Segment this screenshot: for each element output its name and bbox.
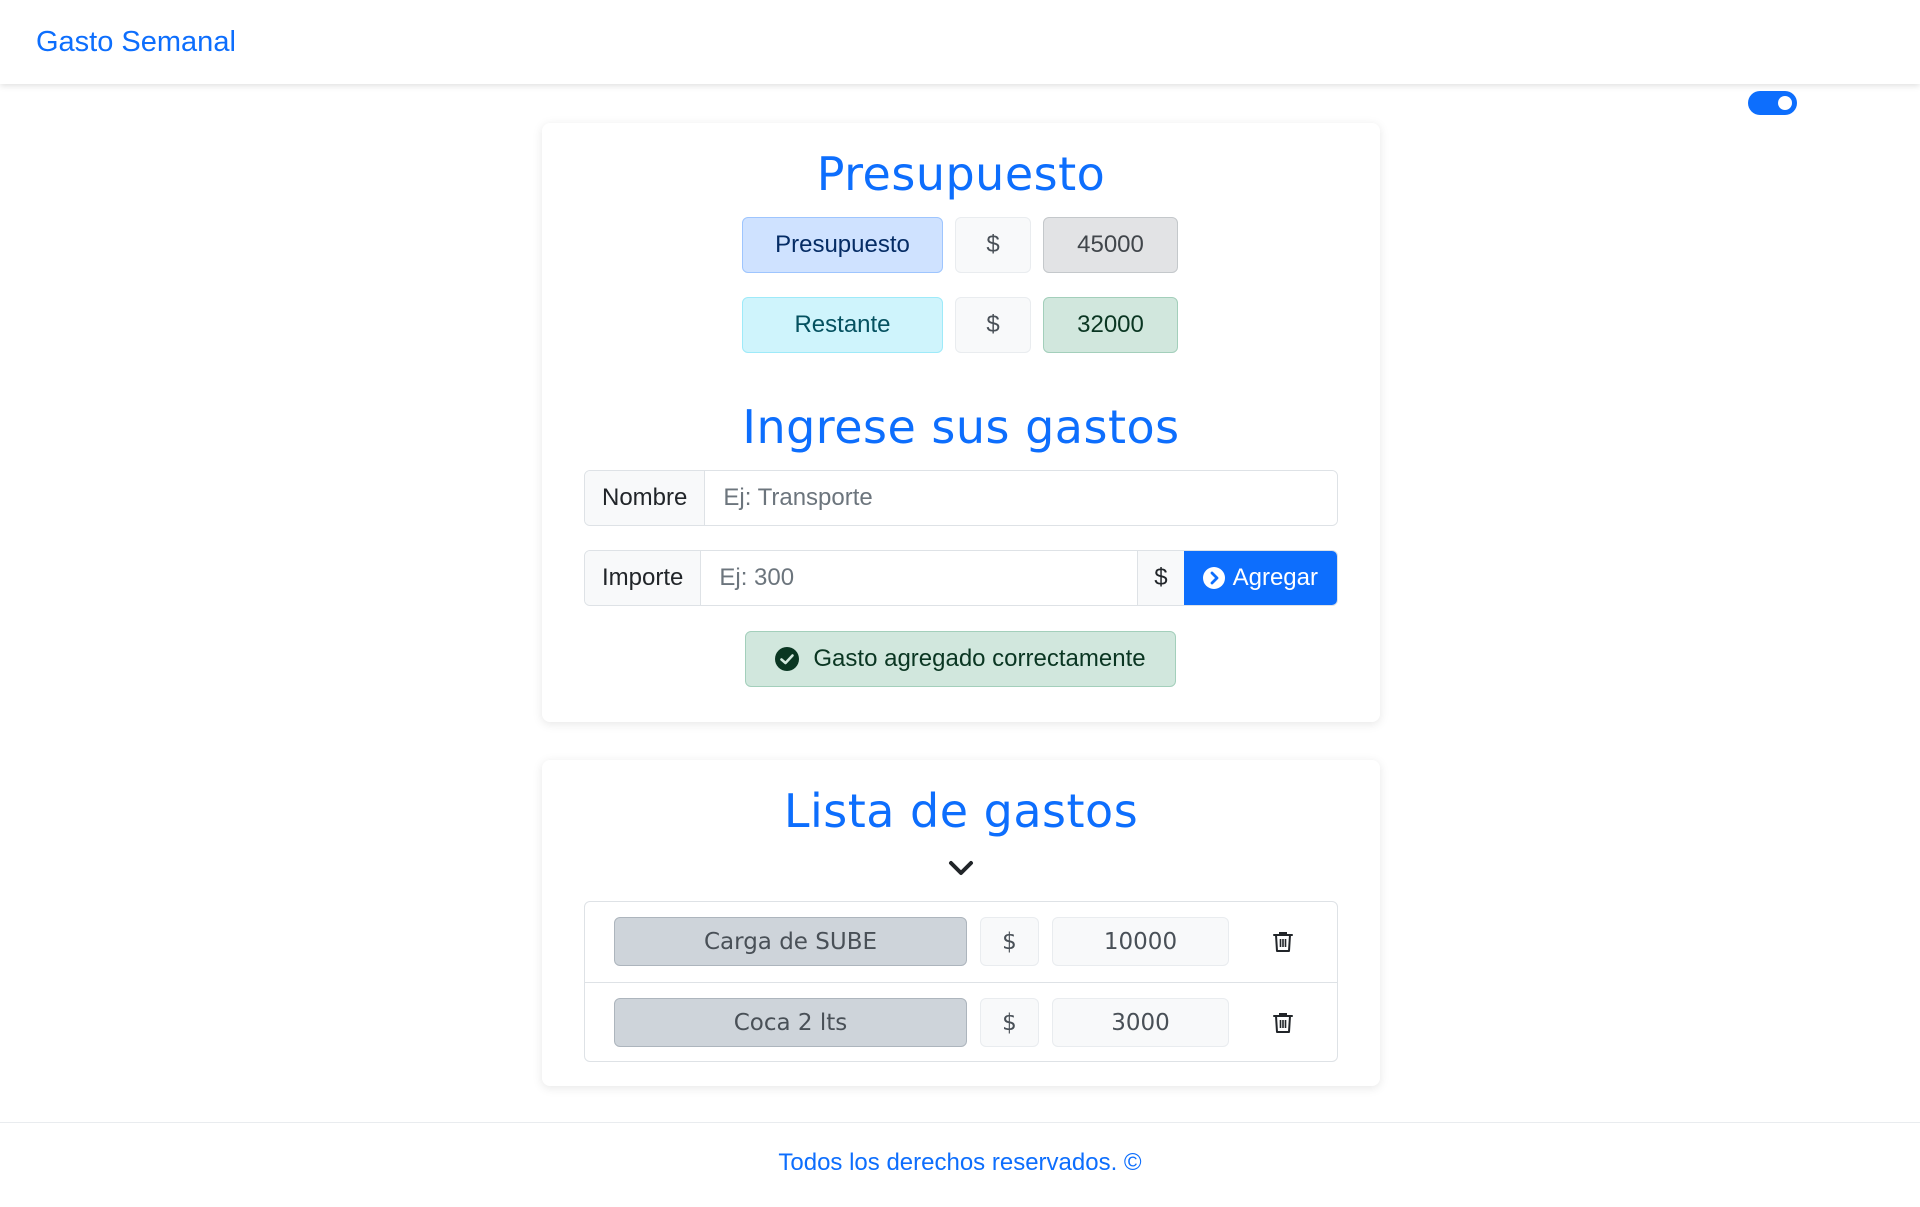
- budget-title: Presupuesto: [816, 147, 1106, 201]
- presupuesto-label-badge: Presupuesto: [742, 217, 943, 273]
- nombre-input-group: Nombre: [584, 470, 1338, 526]
- nombre-label: Nombre: [585, 471, 706, 525]
- presupuesto-currency-badge: $: [955, 217, 1031, 273]
- expense-list-card: Lista de gastos Carga de SUBE $ 10000 Co…: [542, 760, 1380, 1086]
- success-alert: Gasto agregado correctamente: [745, 631, 1176, 687]
- trash-icon[interactable]: [1271, 1011, 1295, 1035]
- expense-amount: 3000: [1052, 998, 1229, 1047]
- chevron-down-icon[interactable]: [947, 858, 975, 878]
- importe-currency: $: [1137, 551, 1184, 605]
- check-circle-icon: [775, 647, 800, 671]
- list-item: Coca 2 lts $ 3000: [585, 982, 1337, 1062]
- chevron-right-circle-icon: [1202, 567, 1225, 589]
- success-message: Gasto agregado correctamente: [813, 645, 1146, 672]
- brand-link[interactable]: Gasto Semanal: [36, 26, 236, 59]
- restante-currency-badge: $: [955, 297, 1031, 353]
- list-title: Lista de gastos: [783, 784, 1139, 838]
- importe-input[interactable]: [701, 551, 1138, 605]
- footer-text: Todos los derechos reservados. ©: [778, 1149, 1142, 1176]
- restante-value-badge: 32000: [1043, 297, 1178, 353]
- budget-card: Presupuesto Presupuesto $ 45000 Restante…: [542, 123, 1380, 722]
- navbar: Gasto Semanal: [0, 0, 1920, 84]
- presupuesto-value-badge: 45000: [1043, 217, 1178, 273]
- importe-label: Importe: [585, 551, 702, 605]
- importe-input-group: Importe $ Agregar: [584, 550, 1338, 606]
- expense-list: Carga de SUBE $ 10000 Coca 2 lts $ 3000: [584, 901, 1338, 1062]
- add-expense-button[interactable]: Agregar: [1183, 551, 1337, 605]
- nombre-input[interactable]: [705, 471, 1337, 525]
- expense-currency: $: [980, 917, 1039, 966]
- expense-amount: 10000: [1052, 917, 1229, 966]
- trash-icon[interactable]: [1271, 930, 1295, 954]
- footer: Todos los derechos reservados. ©: [0, 1122, 1920, 1207]
- list-item: Carga de SUBE $ 10000: [585, 902, 1337, 982]
- add-button-label: Agregar: [1232, 564, 1318, 591]
- expense-currency: $: [980, 998, 1039, 1047]
- form-title: Ingrese sus gastos: [742, 400, 1180, 454]
- expense-name: Coca 2 lts: [614, 998, 967, 1047]
- theme-toggle-switch[interactable]: [1748, 91, 1797, 115]
- restante-label-badge: Restante: [742, 297, 943, 353]
- expense-name: Carga de SUBE: [614, 917, 967, 966]
